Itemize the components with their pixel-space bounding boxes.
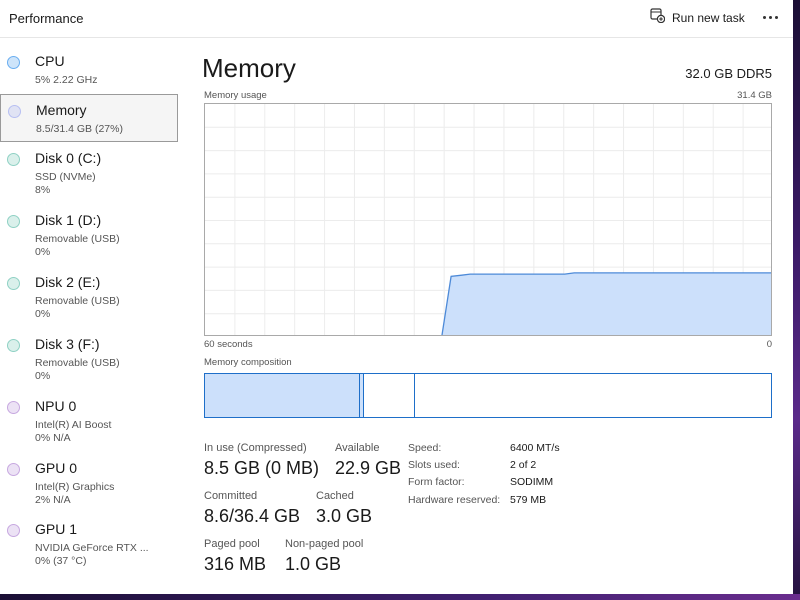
- run-new-task-icon: [650, 8, 666, 28]
- sidebar-item-name: Disk 2 (E:): [35, 274, 101, 290]
- memory-usage-label: Memory usage: [204, 90, 267, 101]
- detail-value: 2 of 2: [510, 459, 537, 471]
- sidebar-item-detail: 0%: [35, 308, 51, 320]
- memory-composition-bar: [204, 373, 772, 418]
- sidebar-item-gpu1[interactable]: GPU 1 NVIDIA GeForce RTX ... 0% (37 °C): [0, 514, 178, 567]
- section-title: Memory: [202, 53, 296, 83]
- memory-spec: 32.0 GB DDR5: [685, 66, 772, 81]
- main-panel: Memory 32.0 GB DDR5 Memory usage 31.4 GB…: [180, 39, 793, 594]
- more-dot-icon: [774, 15, 778, 19]
- sidebar-item-name: Memory: [36, 102, 87, 118]
- status-dot-icon: [7, 463, 20, 476]
- sidebar-item-detail: 0%: [35, 370, 51, 382]
- sidebar-item-detail: 2% N/A: [35, 494, 71, 506]
- sidebar-item-gpu0[interactable]: GPU 0 Intel(R) Graphics 2% N/A: [0, 453, 178, 506]
- sidebar-item-detail: 0%: [35, 246, 51, 258]
- sidebar-item-subtitle: Removable (USB): [35, 233, 120, 245]
- status-dot-icon: [8, 105, 21, 118]
- more-dot-icon: [762, 15, 766, 19]
- status-dot-icon: [7, 277, 20, 290]
- sidebar-item-subtitle: NVIDIA GeForce RTX ...: [35, 542, 149, 554]
- memory-usage-graph: [204, 103, 772, 336]
- status-dot-icon: [7, 215, 20, 228]
- time-axis-start-label: 60 seconds: [204, 339, 253, 350]
- status-dot-icon: [7, 524, 20, 537]
- detail-value: 579 MB: [510, 494, 547, 506]
- committed-value: 8.6/36.4 GB: [204, 506, 301, 526]
- sidebar-item-cpu[interactable]: CPU 5% 2.22 GHz: [0, 46, 178, 94]
- committed-label: Committed: [204, 490, 258, 502]
- nonpaged-pool-label: Non-paged pool: [285, 538, 364, 550]
- sidebar-item-name: GPU 0: [35, 460, 78, 476]
- available-label: Available: [335, 442, 380, 454]
- paged-pool-label: Paged pool: [204, 538, 260, 550]
- paged-pool-value: 316 MB: [204, 554, 267, 574]
- composition-segment-free: [415, 374, 770, 417]
- memory-usage-chart: [205, 104, 771, 335]
- status-dot-icon: [7, 56, 20, 69]
- sidebar-item-memory[interactable]: Memory 8.5/31.4 GB (27%): [0, 94, 178, 142]
- sidebar-item-subtitle: Removable (USB): [35, 357, 120, 369]
- desktop-wallpaper-edge: [793, 0, 800, 600]
- memory-composition-label: Memory composition: [204, 357, 292, 368]
- available-value: 22.9 GB: [335, 458, 402, 478]
- detail-value: SODIMM: [510, 476, 554, 488]
- status-dot-icon: [7, 401, 20, 414]
- status-dot-icon: [7, 339, 20, 352]
- status-dot-icon: [7, 153, 20, 166]
- sidebar: CPU 5% 2.22 GHz Memory 8.5/31.4 GB (27%) Dis…: [0, 39, 180, 594]
- run-new-task-label: Run new task: [672, 11, 745, 25]
- sidebar-item-name: NPU 0: [35, 398, 77, 414]
- sidebar-item-disk1[interactable]: Disk 1 (D:) Removable (USB) 0%: [0, 205, 178, 258]
- sidebar-item-subtitle: Intel(R) Graphics: [35, 481, 115, 493]
- memory-usage-max: 31.4 GB: [737, 90, 772, 101]
- nonpaged-pool-value: 1.0 GB: [285, 554, 342, 574]
- time-axis-end-label: 0: [766, 339, 772, 350]
- in-use-value: 8.5 GB (0 MB): [204, 458, 320, 478]
- sidebar-item-detail: 0% (37 °C): [35, 555, 87, 567]
- sidebar-item-subtitle: Intel(R) AI Boost: [35, 419, 112, 431]
- sidebar-item-subtitle: 8.5/31.4 GB (27%): [36, 123, 123, 135]
- detail-label: Form factor:: [408, 476, 465, 488]
- page-title: Performance: [9, 11, 84, 26]
- more-options-button[interactable]: [758, 6, 782, 28]
- run-new-task-button[interactable]: Run new task: [650, 8, 745, 28]
- composition-segment-standby: [364, 374, 416, 417]
- sidebar-item-name: CPU: [35, 53, 65, 69]
- sidebar-item-disk3[interactable]: Disk 3 (F:) Removable (USB) 0%: [0, 329, 178, 382]
- desktop-wallpaper-edge-bottom: [0, 594, 800, 600]
- sidebar-item-npu0[interactable]: NPU 0 Intel(R) AI Boost 0% N/A: [0, 391, 178, 444]
- cached-label: Cached: [316, 490, 354, 502]
- detail-label: Slots used:: [408, 459, 460, 471]
- sidebar-item-disk2[interactable]: Disk 2 (E:) Removable (USB) 0%: [0, 267, 178, 320]
- sidebar-item-name: Disk 0 (C:): [35, 150, 102, 166]
- sidebar-item-name: Disk 3 (F:): [35, 336, 100, 352]
- more-dot-icon: [768, 15, 772, 19]
- sidebar-item-name: Disk 1 (D:): [35, 212, 102, 228]
- title-bar: Performance Run new task: [0, 0, 793, 38]
- cached-value: 3.0 GB: [316, 506, 373, 526]
- detail-value: 6400 MT/s: [510, 442, 560, 454]
- detail-label: Hardware reserved:: [408, 494, 501, 506]
- usage-area: [442, 272, 771, 335]
- sidebar-item-subtitle: Removable (USB): [35, 295, 120, 307]
- composition-segment-in-use: [205, 374, 361, 417]
- sidebar-item-subtitle: SSD (NVMe): [35, 171, 96, 183]
- sidebar-item-detail: 0% N/A: [35, 432, 71, 444]
- task-manager-window: Performance Run new task CPU 5% 2.22 GHz M…: [0, 0, 793, 594]
- in-use-label: In use (Compressed): [204, 442, 307, 454]
- detail-label: Speed:: [408, 442, 442, 454]
- sidebar-item-detail: 8%: [35, 184, 51, 196]
- sidebar-item-disk0[interactable]: Disk 0 (C:) SSD (NVMe) 8%: [0, 143, 178, 196]
- sidebar-item-subtitle: 5% 2.22 GHz: [35, 74, 98, 86]
- sidebar-item-name: GPU 1: [35, 521, 78, 537]
